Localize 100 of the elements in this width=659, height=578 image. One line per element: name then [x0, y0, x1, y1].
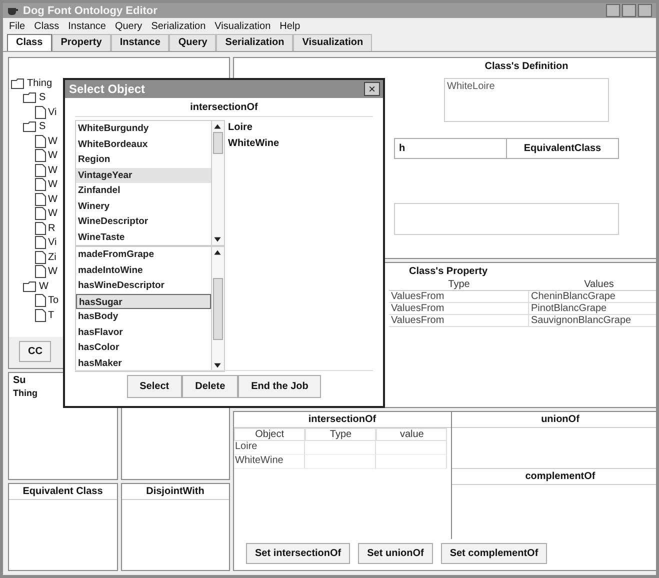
tree-item[interactable]: W — [48, 179, 58, 190]
tree-item[interactable]: W — [48, 164, 58, 176]
tab[interactable]: Property — [52, 34, 111, 51]
panel-title: unionOf — [452, 412, 656, 428]
tree-item[interactable]: W — [48, 208, 58, 220]
tree-item[interactable]: T — [48, 310, 54, 321]
text-area[interactable] — [394, 203, 619, 235]
panel-title: Class's Definition — [484, 60, 570, 72]
folder-icon — [23, 121, 37, 132]
tree-item[interactable]: To — [48, 295, 59, 306]
dialog-title: Select Object — [69, 82, 146, 96]
tree-item[interactable]: Thing — [27, 78, 52, 89]
document-icon — [35, 308, 46, 322]
definition-text-area[interactable]: WhiteLoire — [444, 78, 609, 122]
document-icon — [35, 265, 46, 278]
tree-item[interactable]: W — [48, 136, 58, 147]
menu-item[interactable]: Help — [280, 21, 300, 32]
menu-item[interactable]: Query — [114, 21, 142, 32]
column-header[interactable]: value — [376, 428, 448, 441]
list-item[interactable]: Region — [76, 152, 211, 168]
column-header[interactable]: h — [395, 139, 507, 158]
document-icon — [35, 192, 46, 206]
tree-item[interactable]: W — [48, 150, 58, 162]
tree-item[interactable]: W — [48, 266, 58, 278]
close-button[interactable]: × — [364, 82, 380, 96]
tab[interactable]: Visualization — [293, 34, 372, 51]
list-item[interactable]: madeFromGrape — [76, 247, 211, 262]
table-cell: WhiteWine — [234, 455, 306, 469]
panel-title: complementOf — [452, 469, 656, 485]
menu-item[interactable]: File — [9, 21, 26, 32]
document-icon — [35, 149, 46, 162]
list-item[interactable]: WineTaste — [76, 230, 211, 245]
dialog-button[interactable]: Select — [126, 375, 182, 398]
list-item[interactable]: hasColor — [76, 340, 211, 356]
tab[interactable]: Instance — [110, 34, 170, 51]
menu-item[interactable]: Class — [34, 21, 60, 32]
list-item[interactable]: hasWineDescriptor — [76, 278, 211, 294]
table-cell — [376, 455, 448, 469]
list-item[interactable]: Winery — [76, 198, 211, 214]
list-item[interactable]: hasBody — [76, 309, 211, 324]
column-header[interactable]: Object — [234, 428, 306, 441]
table-cell: PinotBlancGrape — [529, 303, 656, 315]
tree-item[interactable]: S — [39, 92, 46, 104]
list-item[interactable]: VintageYear — [76, 168, 211, 183]
panel-header: Su — [12, 374, 27, 388]
set-button[interactable]: Set complementOf — [440, 543, 548, 564]
column-header[interactable]: Type — [389, 279, 529, 291]
menu-item[interactable]: Serialization — [151, 21, 206, 32]
list-item[interactable]: madeIntoWine — [76, 262, 211, 278]
tree-item[interactable]: W — [39, 280, 48, 292]
panel-header: Equivalent Class — [9, 484, 116, 500]
panel-header: DisjointWith — [122, 484, 229, 500]
dialog-button[interactable]: End the Job — [238, 375, 322, 398]
list-item[interactable]: hasSugar — [76, 294, 211, 309]
document-icon — [35, 134, 46, 148]
menu-item[interactable]: Instance — [68, 21, 106, 32]
dialog-header: intersectionOf — [75, 98, 373, 117]
tree-item[interactable]: Zi — [48, 252, 56, 263]
scrollbar[interactable] — [211, 121, 224, 245]
tab[interactable]: Query — [169, 34, 216, 51]
tree-item[interactable]: Vi — [48, 106, 57, 118]
table-cell — [376, 441, 448, 455]
scrollbar[interactable] — [211, 247, 224, 371]
tree-item[interactable]: S — [39, 121, 46, 132]
folder-icon — [23, 280, 37, 292]
tree-item[interactable]: R — [48, 222, 56, 234]
list-item[interactable]: Zinfandel — [76, 183, 211, 198]
tab[interactable]: Class — [7, 34, 52, 51]
table-cell: ValuesFrom — [389, 315, 529, 327]
menu-item[interactable]: Visualization — [214, 21, 271, 32]
list-item[interactable]: WhiteBurgundy — [76, 121, 211, 136]
table-cell: ValuesFrom — [389, 303, 529, 315]
cc-button[interactable]: CC — [19, 341, 52, 362]
scrollbar-thumb[interactable] — [213, 132, 223, 154]
list-item[interactable]: Loire — [228, 120, 373, 136]
tree-item[interactable]: Vi — [48, 237, 57, 248]
column-header[interactable]: Type — [305, 428, 376, 441]
cup-icon — [7, 5, 19, 16]
document-icon — [35, 250, 46, 264]
list-item[interactable]: WhiteBordeaux — [76, 136, 211, 152]
dialog-button[interactable]: Delete — [182, 375, 238, 398]
document-icon — [35, 236, 46, 250]
panel-title: intersectionOf — [234, 412, 450, 428]
set-button[interactable]: Set intersectionOf — [246, 543, 350, 564]
window-title: Dog Font Ontology Editor — [23, 4, 158, 16]
table-cell: CheninBlancGrape — [529, 291, 656, 303]
scrollbar-thumb[interactable] — [213, 278, 223, 340]
set-button[interactable]: Set unionOf — [358, 543, 433, 564]
table-cell — [305, 455, 376, 469]
column-header[interactable]: EquivalentClass — [507, 139, 618, 158]
document-icon — [35, 207, 46, 220]
list-item[interactable]: hasMaker — [76, 356, 211, 371]
list-item[interactable]: hasFlavor — [76, 324, 211, 340]
folder-icon — [23, 92, 37, 104]
column-header[interactable]: Values — [529, 279, 656, 291]
folder-icon — [11, 78, 25, 89]
tab[interactable]: Serialization — [216, 34, 294, 51]
tree-item[interactable]: W — [48, 194, 58, 205]
list-item[interactable]: WhiteWine — [228, 136, 373, 152]
list-item[interactable]: WineDescriptor — [76, 214, 211, 230]
